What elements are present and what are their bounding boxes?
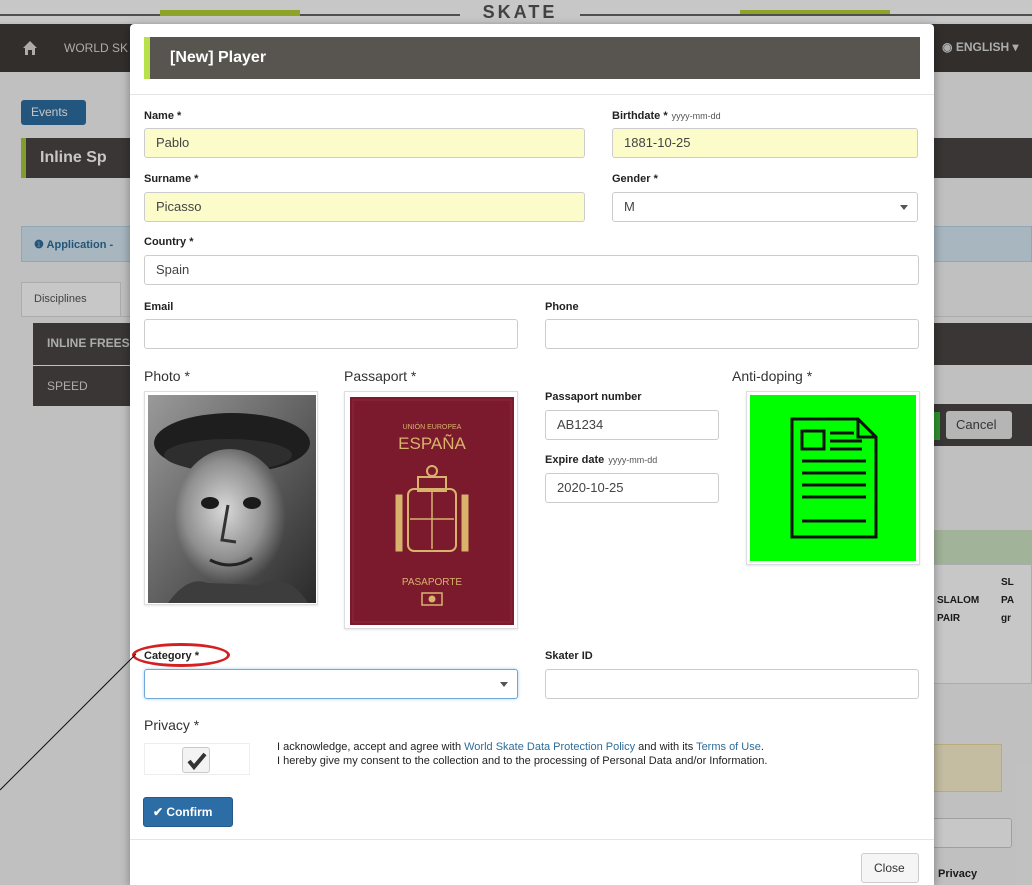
privacy-label: Privacy * <box>144 717 200 733</box>
name-input[interactable]: Pablo <box>144 128 585 158</box>
country-label: Country * <box>144 236 194 248</box>
passport-cover-bottom-text: PASAPORTE <box>401 577 463 588</box>
modal-title: [New] Player <box>170 49 267 66</box>
birthdate-format-hint: yyyy-mm-dd <box>671 111 721 121</box>
photo-label: Photo * <box>144 368 190 384</box>
gender-select[interactable]: M <box>612 192 918 222</box>
photo-upload[interactable] <box>144 391 318 605</box>
category-annotation-circle <box>132 643 230 667</box>
confirm-button[interactable]: ✔ Confirm <box>143 797 233 827</box>
new-player-modal: [New] Player Name * Pablo Birthdate * yyy… <box>130 24 934 885</box>
expire-date-label-text: Expire date <box>545 454 605 466</box>
phone-input[interactable] <box>545 319 919 349</box>
privacy-line-2: I hereby give my consent to the collecti… <box>277 755 768 767</box>
privacy-text-mid: and with its <box>635 741 697 753</box>
passport-image <box>350 397 514 625</box>
modal-footer-divider <box>130 839 934 840</box>
modal-header: [New] Player <box>144 37 920 79</box>
antidoping-upload[interactable] <box>746 391 920 565</box>
privacy-checkbox-area <box>144 743 250 775</box>
confirm-label: Confirm <box>166 805 213 819</box>
skater-id-label: Skater ID <box>545 650 593 662</box>
name-label: Name * <box>144 110 182 122</box>
passport-label: Passaport * <box>344 368 417 384</box>
birthdate-label-text: Birthdate * <box>612 110 668 122</box>
surname-label: Surname * <box>144 173 199 185</box>
privacy-checkbox[interactable] <box>182 747 210 773</box>
privacy-text-prefix: I acknowledge, accept and agree with <box>277 741 465 753</box>
privacy-consent-text: I acknowledge, accept and agree with Wor… <box>277 740 767 768</box>
passport-cover-country-text: ESPAÑA <box>398 434 466 453</box>
data-protection-policy-link[interactable]: World Skate Data Protection Policy <box>464 741 635 753</box>
close-button[interactable]: Close <box>861 853 919 883</box>
email-label: Email <box>144 301 174 313</box>
category-select[interactable] <box>144 669 518 699</box>
document-icon <box>750 395 916 561</box>
expire-date-label: Expire date yyyy-mm-dd <box>545 454 657 466</box>
privacy-line-1: I acknowledge, accept and agree with Wor… <box>277 740 767 754</box>
terms-of-use-link[interactable]: Terms of Use <box>696 741 761 753</box>
expire-date-format-hint: yyyy-mm-dd <box>608 455 658 465</box>
expire-date-input[interactable]: 2020-10-25 <box>545 473 719 503</box>
birthdate-label: Birthdate * yyyy-mm-dd <box>612 110 721 122</box>
birthdate-input[interactable]: 1881-10-25 <box>612 128 918 158</box>
privacy-text-suffix: . <box>760 741 764 753</box>
country-input[interactable]: Spain <box>144 255 919 285</box>
passport-number-label: Passaport number <box>545 391 642 403</box>
email-input[interactable] <box>144 319 518 349</box>
check-icon: ✔ <box>153 805 164 819</box>
phone-label: Phone <box>545 301 579 313</box>
player-photo <box>148 395 316 603</box>
checkmark-icon <box>187 752 207 771</box>
chevron-down-icon <box>900 205 908 210</box>
passport-cover-top-text: UNIÓN EUROPEA <box>402 424 462 431</box>
passport-upload[interactable]: UNIÓN EUROPEA ESPAÑA PASAPORTE <box>344 391 518 629</box>
surname-input[interactable]: Picasso <box>144 192 585 222</box>
skater-id-input[interactable] <box>545 669 919 699</box>
modal-header-divider <box>130 94 934 95</box>
gender-label: Gender * <box>612 173 658 185</box>
chevron-down-icon <box>500 682 508 687</box>
antidoping-label: Anti-doping * <box>732 368 813 384</box>
gender-value: M <box>624 199 635 214</box>
passport-number-input[interactable]: AB1234 <box>545 410 719 440</box>
